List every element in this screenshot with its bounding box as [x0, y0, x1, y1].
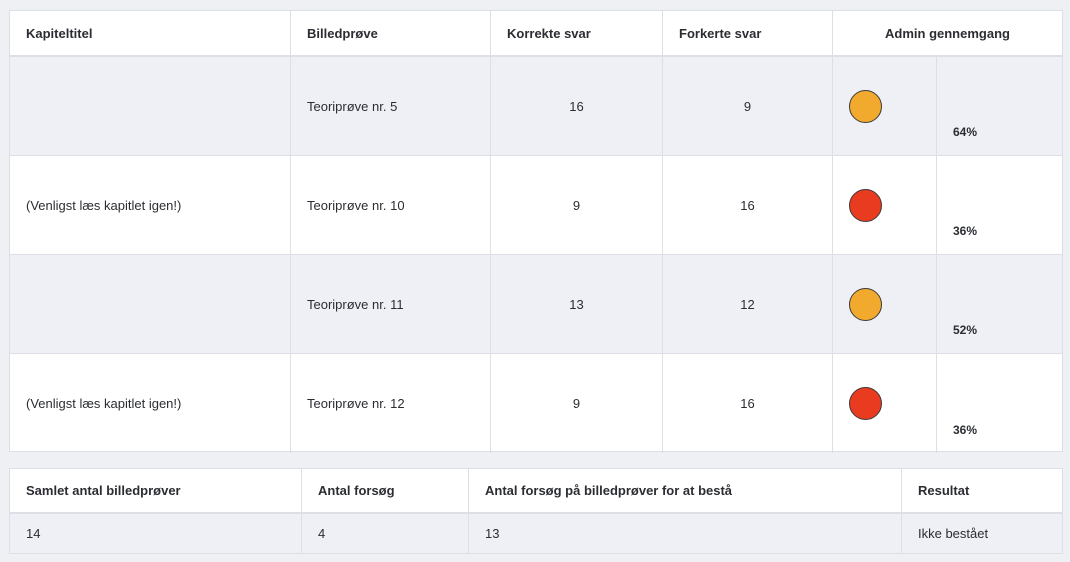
table-row: Teoriprøve nr. 11 13 12 52% [10, 255, 1062, 354]
table-header-row: Kapiteltitel Billedprøve Korrekte svar F… [10, 11, 1062, 57]
percentage-value: 64% [953, 125, 978, 139]
percentage-value: 52% [953, 323, 978, 337]
summary-table: Samlet antal billedprøver Antal forsøg A… [9, 468, 1063, 554]
status-cell [833, 354, 937, 453]
chapter-title-cell: (Venligst læs kapitlet igen!) [10, 354, 291, 453]
percentage-cell: 36% [937, 354, 1062, 453]
percentage-cell: 52% [937, 255, 1062, 353]
chapter-results-table: Kapiteltitel Billedprøve Korrekte svar F… [9, 10, 1063, 453]
percentage-value: 36% [953, 423, 978, 437]
header-attempts-to-pass: Antal forsøg på billedprøver for at best… [469, 469, 902, 512]
red-status-dot-icon [849, 387, 882, 420]
percentage-value: 36% [953, 224, 978, 238]
image-test-cell: Teoriprøve nr. 11 [291, 255, 491, 353]
correct-answers-cell: 9 [491, 354, 663, 453]
image-test-cell: Teoriprøve nr. 12 [291, 354, 491, 453]
summary-data-row: 14 4 13 Ikke bestået [10, 514, 1062, 553]
header-wrong-answers: Forkerte svar [663, 11, 833, 55]
status-cell [833, 156, 937, 254]
table-row: (Venligst læs kapitlet igen!) Teoriprøve … [10, 354, 1062, 453]
result-value: Ikke bestået [918, 526, 989, 541]
yellow-status-dot-icon [849, 89, 882, 123]
summary-header-row: Samlet antal billedprøver Antal forsøg A… [10, 469, 1062, 514]
wrong-answers-cell: 12 [663, 255, 833, 353]
image-test-cell: Teoriprøve nr. 5 [291, 57, 491, 155]
image-test-cell: Teoriprøve nr. 10 [291, 156, 491, 254]
total-image-tests-value: 14 [10, 514, 302, 553]
yellow-status-dot-icon [849, 287, 882, 321]
status-cell [833, 255, 937, 353]
header-image-test: Billedprøve [291, 11, 491, 55]
wrong-answers-cell: 9 [663, 57, 833, 155]
table-row: (Venligst læs kapitlet igen!) Teoriprøve … [10, 156, 1062, 255]
header-chapter-title: Kapiteltitel [10, 11, 291, 55]
chapter-title-cell [10, 255, 291, 353]
status-cell [833, 57, 937, 155]
wrong-answers-cell: 16 [663, 156, 833, 254]
correct-answers-cell: 13 [491, 255, 663, 353]
correct-answers-cell: 16 [491, 57, 663, 155]
wrong-answers-cell: 16 [663, 354, 833, 453]
table-row: Teoriprøve nr. 5 16 9 64% [10, 57, 1062, 156]
header-result: Resultat [918, 483, 970, 498]
header-correct-answers: Korrekte svar [491, 11, 663, 55]
header-admin-review: Admin gennemgang [885, 25, 1010, 41]
chapter-title-cell [10, 57, 291, 155]
attempts-to-pass-value: 13 [469, 514, 902, 553]
correct-answers-cell: 9 [491, 156, 663, 254]
red-status-dot-icon [849, 188, 882, 222]
header-total-image-tests: Samlet antal billedprøver [10, 469, 302, 512]
attempts-value: 4 [302, 514, 469, 553]
header-attempts: Antal forsøg [302, 469, 469, 512]
percentage-cell: 64% [937, 57, 1062, 155]
percentage-cell: 36% [937, 156, 1062, 254]
chapter-title-cell: (Venligst læs kapitlet igen!) [10, 156, 291, 254]
